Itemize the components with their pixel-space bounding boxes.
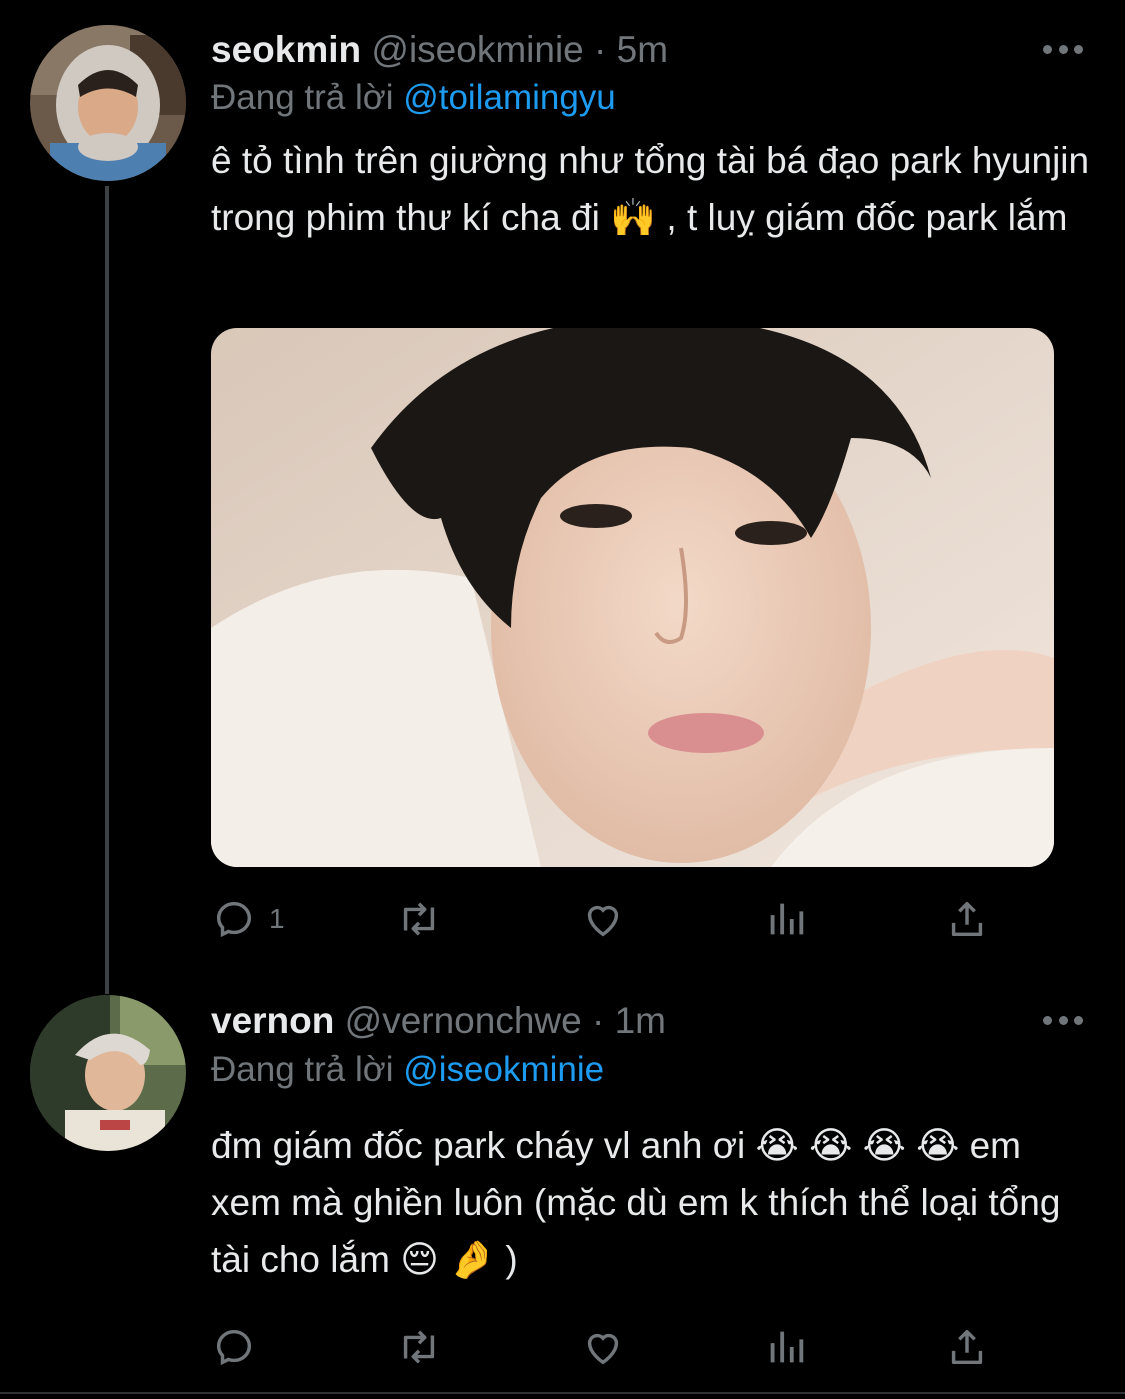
- avatar[interactable]: [30, 995, 186, 1151]
- analytics-icon: [770, 1331, 804, 1363]
- tweet-1[interactable]: seokmin @iseokminie · 5m Đang trả lời @t…: [0, 0, 1125, 990]
- tweet-header: seokmin @iseokminie · 5m: [211, 28, 668, 72]
- replying-prefix: Đang trả lời: [211, 1050, 394, 1089]
- share-button[interactable]: [944, 894, 990, 944]
- replying-to-line: Đang trả lời @iseokminie: [211, 1050, 604, 1090]
- tweet-actions: 1: [211, 894, 1011, 944]
- share-button[interactable]: [944, 1322, 990, 1372]
- replying-mention[interactable]: @toilamingyu: [403, 78, 616, 117]
- user-handle[interactable]: @iseokminie: [371, 29, 583, 70]
- share-icon: [951, 1329, 983, 1365]
- analytics-icon: [770, 903, 804, 935]
- tweet-text: đm giám đốc park cháy vl anh ơi 😭 😭 😭 😭 …: [211, 1125, 1061, 1280]
- avatar-image: [30, 995, 186, 1151]
- retweet-button[interactable]: [396, 1322, 442, 1372]
- user-handle[interactable]: @vernonchwe: [345, 1000, 582, 1041]
- tweet-header: vernon @vernonchwe · 1m: [211, 999, 666, 1043]
- timestamp[interactable]: 5m: [617, 29, 668, 70]
- replying-mention[interactable]: @iseokminie: [403, 1050, 604, 1089]
- retweet-button[interactable]: [396, 894, 442, 944]
- avatar[interactable]: [30, 25, 186, 181]
- reply-count: 1: [269, 903, 285, 934]
- reply-button[interactable]: [211, 1322, 269, 1372]
- reply-icon: [216, 1329, 252, 1366]
- reply-button[interactable]: 1: [211, 894, 285, 944]
- tweet-actions: [211, 1322, 1011, 1372]
- tweet-2[interactable]: vernon @vernonchwe · 1m Đang trả lời @is…: [0, 990, 1125, 1390]
- separator: ·: [592, 1000, 605, 1041]
- analytics-button[interactable]: [763, 1322, 809, 1372]
- retweet-icon: [403, 902, 435, 936]
- portrait-photo: [211, 328, 1054, 867]
- like-icon: [587, 1333, 619, 1365]
- more-icon[interactable]: [1043, 43, 1083, 55]
- like-button[interactable]: [580, 894, 626, 944]
- analytics-button[interactable]: [763, 894, 809, 944]
- like-icon: [587, 905, 619, 937]
- replying-prefix: Đang trả lời: [211, 78, 394, 117]
- reply-icon: [216, 901, 252, 938]
- avatar-image: [30, 25, 186, 181]
- divider: [0, 1392, 1125, 1394]
- tweet-text: ê tỏ tình trên giường như tổng tài bá đạ…: [211, 140, 1090, 238]
- share-icon: [951, 901, 983, 937]
- retweet-icon: [403, 1330, 435, 1364]
- display-name[interactable]: vernon: [211, 1000, 334, 1041]
- separator: ·: [594, 29, 607, 70]
- like-button[interactable]: [580, 1322, 626, 1372]
- more-icon[interactable]: [1043, 1014, 1083, 1026]
- timestamp[interactable]: 1m: [615, 1000, 666, 1041]
- display-name[interactable]: seokmin: [211, 29, 361, 70]
- tweet-media-image[interactable]: [211, 328, 1054, 867]
- replying-to-line: Đang trả lời @toilamingyu: [211, 78, 616, 118]
